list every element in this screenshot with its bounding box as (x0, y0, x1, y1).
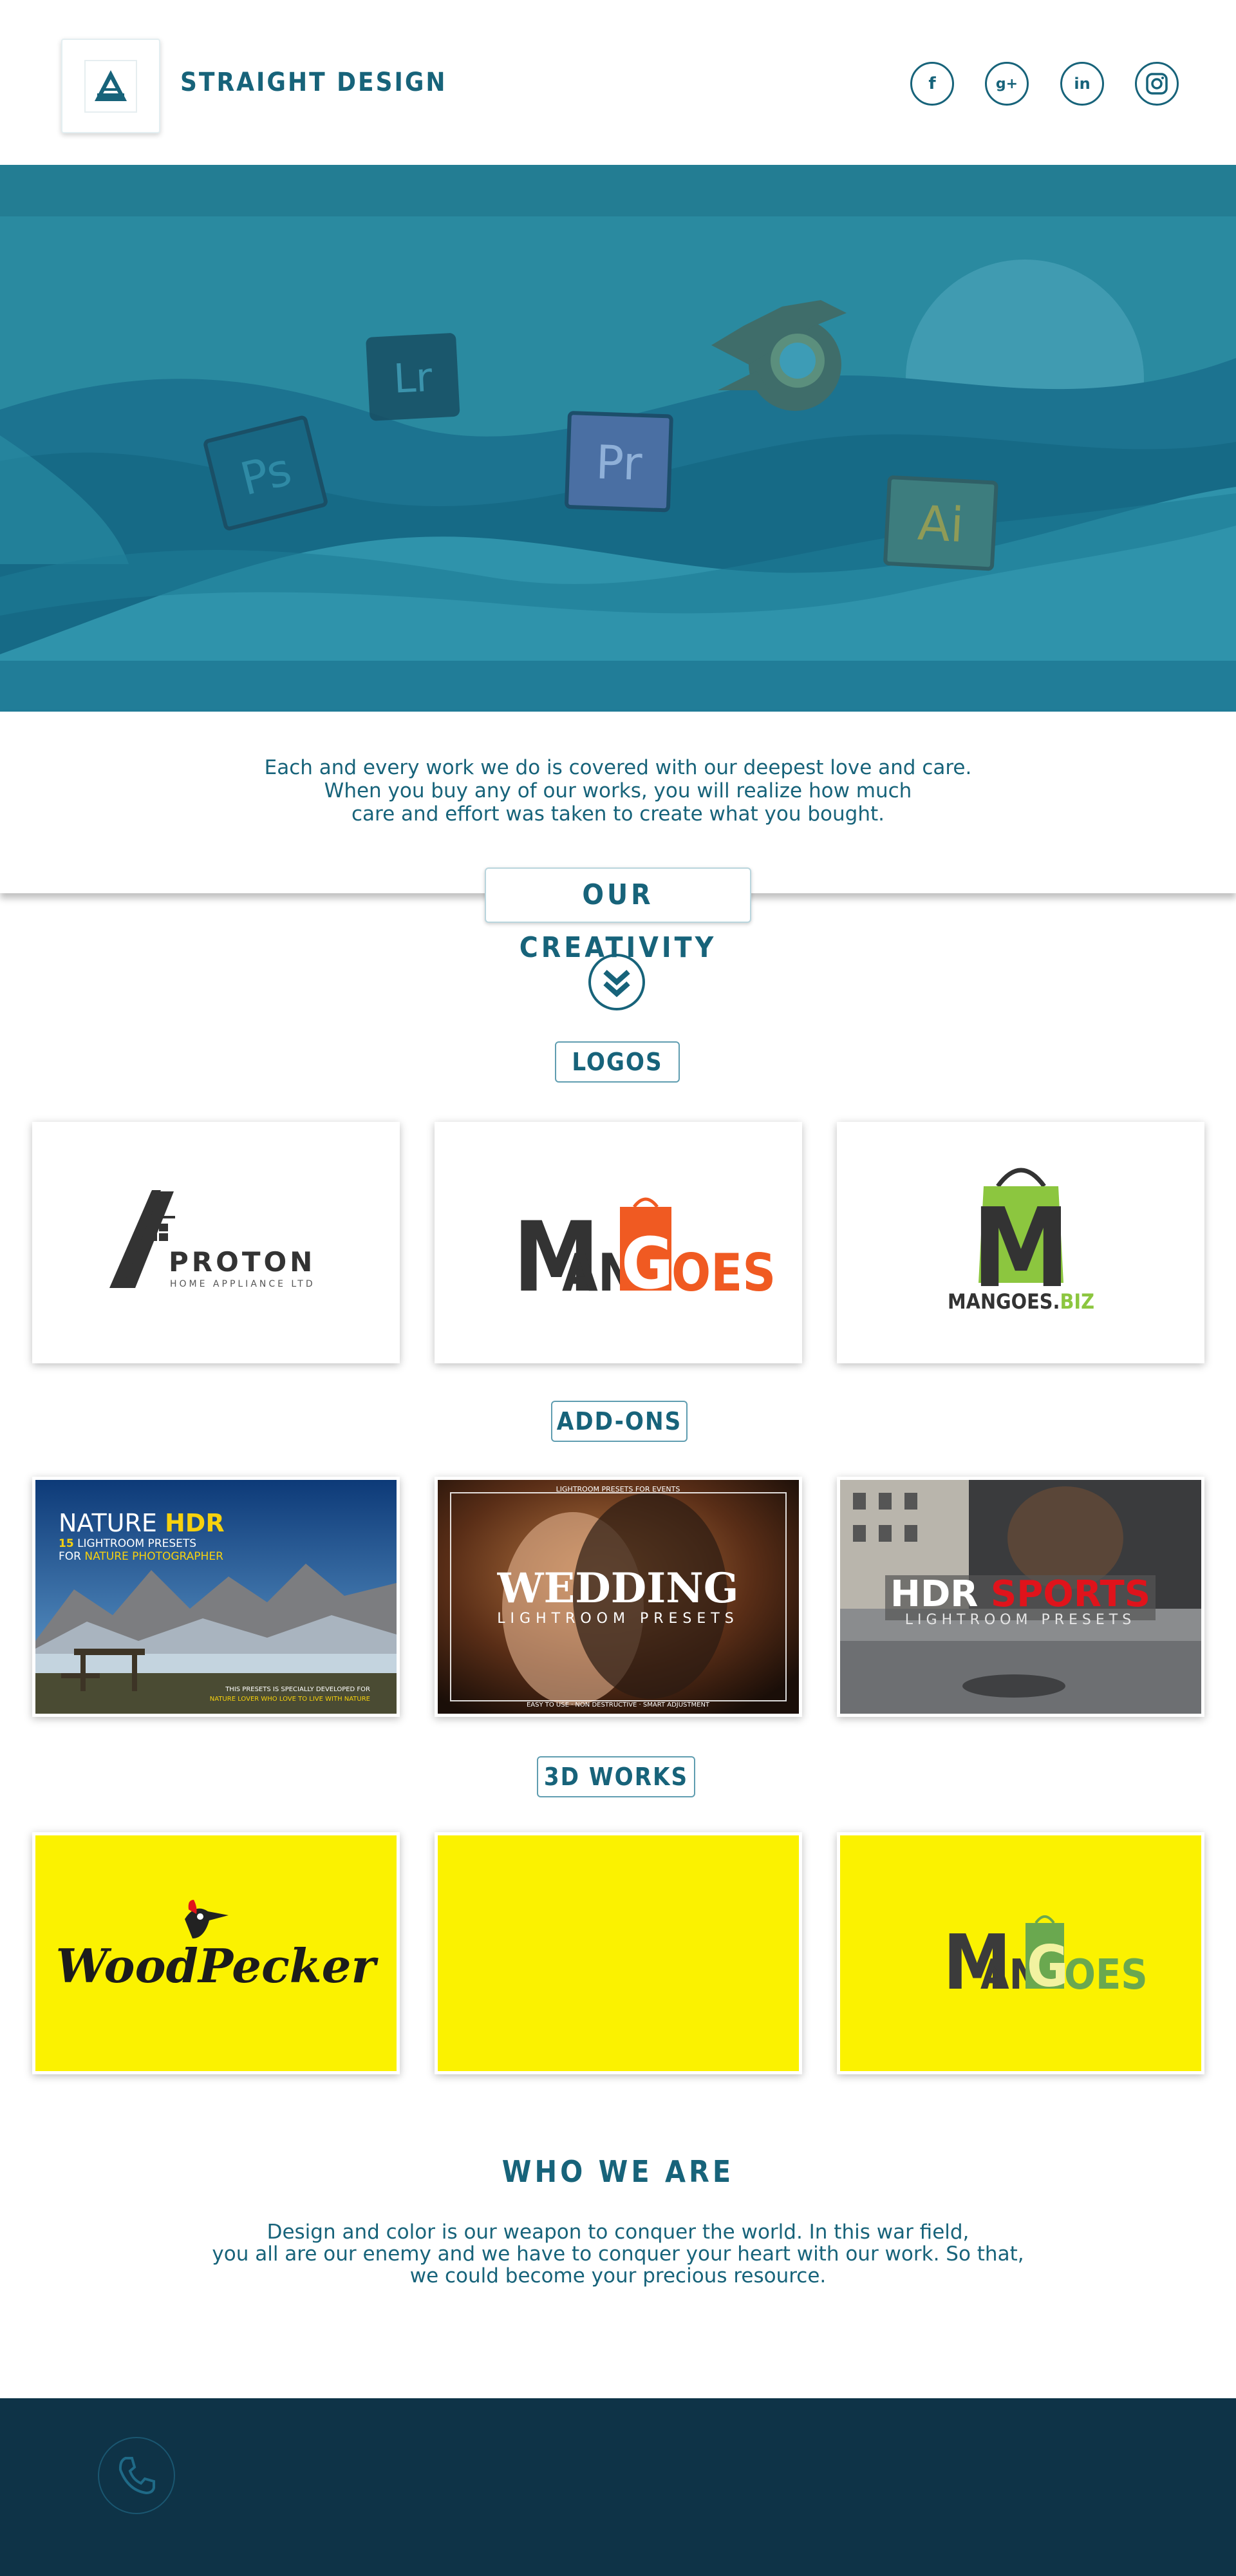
3d-card-blank[interactable] (435, 1832, 802, 2074)
addon-card-hdr-sports[interactable]: HDR SPORTS LIGHTROOM PRESETS (837, 1477, 1204, 1717)
double-chevron-down-icon (603, 970, 630, 998)
our-creativity-heading: OUR CREATIVITY (485, 867, 751, 964)
intro-line-3: care and effort was taken to create what… (351, 802, 885, 826)
facebook-glyph: f (928, 74, 936, 93)
mangoes-logo: M AN G OES (513, 1197, 776, 1314)
svg-text:FOR NATURE PHOTOGRAPHER: FOR NATURE PHOTOGRAPHER (59, 1550, 223, 1563)
woodpecker-3d-render: WoodPecker (35, 1835, 397, 2071)
logos-heading: LOGOS (555, 1041, 680, 1083)
3d-card-woodpecker[interactable]: WoodPecker (32, 1832, 400, 2074)
addon-card-nature-hdr[interactable]: NATURE HDR 15 LIGHTROOM PRESETS FOR NATU… (32, 1477, 400, 1717)
who-line-2: you all are our enemy and we have to con… (212, 2242, 1024, 2266)
nature-hdr-thumbnail: NATURE HDR 15 LIGHTROOM PRESETS FOR NATU… (35, 1480, 397, 1714)
instagram-glyph (1146, 73, 1168, 95)
svg-text:HOME APPLIANCE LTD: HOME APPLIANCE LTD (170, 1279, 315, 1289)
svg-text:LIGHTROOM PRESETS: LIGHTROOM PRESETS (497, 1611, 738, 1627)
svg-text:NATURE HDR: NATURE HDR (59, 1509, 225, 1537)
addon-card-wedding[interactable]: LIGHTROOM PRESETS FOR EVENTS WEDDING LIG… (435, 1477, 802, 1717)
3d-card-mangoes[interactable]: M AN G OES (837, 1832, 1204, 2074)
hdr-sports-thumbnail: HDR SPORTS LIGHTROOM PRESETS (840, 1480, 1201, 1714)
svg-text:LIGHTROOM PRESETS: LIGHTROOM PRESETS (905, 1612, 1136, 1628)
addons-heading: ADD-ONS (551, 1401, 688, 1442)
svg-text:EASY TO USE · NON DESTRUCTIVE: EASY TO USE · NON DESTRUCTIVE · SMART AD… (527, 1701, 710, 1709)
linkedin-glyph: in (1074, 75, 1091, 93)
linkedin-icon[interactable]: in (1060, 62, 1104, 106)
mangoes-biz-logo: M MANGOES.BIZ (948, 1168, 1094, 1314)
mangoes-3d-render: M AN G OES (840, 1835, 1201, 2071)
logo-card-mangoes-biz[interactable]: M MANGOES.BIZ (837, 1122, 1204, 1363)
svg-text:G: G (1027, 1933, 1069, 2000)
who-we-are-heading: WHO WE ARE (501, 2154, 735, 2189)
logo-card-mangoes[interactable]: M AN G OES (435, 1122, 802, 1363)
svg-text:NATURE LOVER WHO LOVE TO LIVE: NATURE LOVER WHO LOVE TO LIVE WITH NATUR… (210, 1696, 370, 1703)
hero-illustration: Lr Ps Pr Ai (0, 165, 1236, 712)
svg-text:G: G (621, 1222, 673, 1305)
scroll-down-button[interactable] (588, 954, 645, 1010)
svg-text:PROTON: PROTON (169, 1246, 315, 1278)
svg-text:Lr: Lr (392, 354, 433, 402)
instagram-icon[interactable] (1135, 62, 1179, 106)
svg-text:Ai: Ai (916, 495, 965, 553)
facebook-icon[interactable]: f (910, 62, 954, 106)
hero-banner: Lr Ps Pr Ai (0, 165, 1236, 712)
phone-icon[interactable] (98, 2437, 175, 2514)
svg-text:MANGOES.BIZ: MANGOES.BIZ (948, 1289, 1094, 1314)
svg-text:THIS PRESETS IS SPECIALLY DEVE: THIS PRESETS IS SPECIALLY DEVELOPED FOR (225, 1686, 370, 1693)
svg-text:OES: OES (1064, 1951, 1148, 1999)
svg-text:Pr: Pr (595, 435, 643, 490)
phone-handset-icon (118, 2457, 155, 2495)
svg-text:15 LIGHTROOM PRESETS: 15 LIGHTROOM PRESETS (59, 1537, 196, 1550)
google-plus-icon[interactable]: g+ (985, 62, 1029, 106)
svg-text:WEDDING: WEDDING (497, 1564, 739, 1613)
illustrator-icon: Ai (883, 475, 998, 571)
who-line-1: Design and color is our weapon to conque… (267, 2221, 969, 2244)
svg-text:HDR SPORTS: HDR SPORTS (890, 1573, 1150, 1615)
site-header: STRAIGHT DESIGN f g+ in (0, 0, 1236, 165)
svg-text:WoodPecker: WoodPecker (56, 1938, 379, 1993)
3d-works-heading: 3D WORKS (537, 1756, 695, 1797)
wedding-thumbnail: LIGHTROOM PRESETS FOR EVENTS WEDDING LIG… (438, 1480, 799, 1714)
who-line-3: we could become your precious resource. (409, 2264, 827, 2287)
triangle-logo-icon (84, 59, 137, 113)
brand-name: STRAIGHT DESIGN (180, 68, 447, 97)
svg-text:LIGHTROOM PRESETS FOR EVENTS: LIGHTROOM PRESETS FOR EVENTS (556, 1485, 680, 1493)
intro-line-1: Each and every work we do is covered wit… (264, 756, 972, 779)
intro-line-2: When you buy any of our works, you will … (324, 779, 912, 802)
blank-3d-render (438, 1835, 799, 2071)
lightroom-icon: Lr (366, 333, 460, 421)
google-plus-glyph: g+ (995, 75, 1018, 92)
site-logo[interactable] (61, 39, 160, 133)
svg-text:OES: OES (671, 1243, 776, 1303)
logo-card-proton[interactable]: PROTON HOME APPLIANCE LTD (32, 1122, 400, 1363)
premiere-icon: Pr (565, 411, 673, 513)
proton-logo: PROTON HOME APPLIANCE LTD (109, 1190, 315, 1289)
site-footer (0, 2398, 1236, 2576)
